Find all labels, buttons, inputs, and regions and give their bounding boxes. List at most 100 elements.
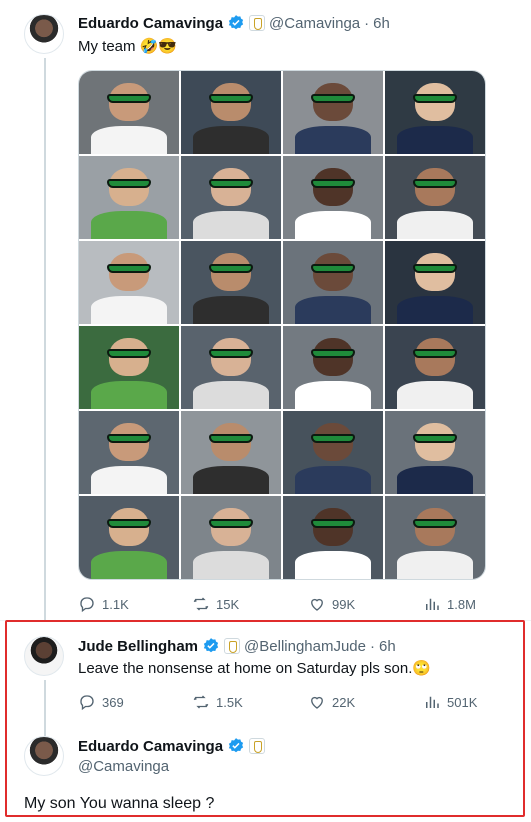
verified-badge-icon [228, 738, 244, 753]
photo-tile [283, 241, 383, 324]
retweet-button[interactable]: 1.5K [192, 693, 243, 711]
green-sunglasses [311, 179, 355, 189]
player-shirt [193, 550, 269, 579]
author-handle[interactable]: @Camavinga [78, 757, 169, 777]
photo-tile [79, 71, 179, 154]
player-shirt [193, 210, 269, 239]
photo-tile [181, 71, 281, 154]
player-shirt [295, 295, 371, 324]
retweet-button[interactable]: 15K [192, 595, 239, 613]
like-count: 22K [332, 694, 356, 710]
views-icon [426, 598, 439, 610]
player-shirt [295, 380, 371, 409]
avatar[interactable] [24, 736, 64, 776]
player-shirt [193, 295, 269, 324]
tweet-text: My team 🤣😎 [78, 38, 178, 55]
green-sunglasses [107, 519, 151, 529]
photo-tile [283, 156, 383, 239]
author-name[interactable]: Eduardo Camavinga [78, 15, 223, 32]
author-name[interactable]: Jude Bellingham [78, 638, 198, 655]
green-sunglasses [209, 264, 253, 274]
real-madrid-crest-icon [249, 738, 266, 754]
green-sunglasses [107, 434, 151, 444]
green-sunglasses [311, 264, 355, 274]
photo-tile [385, 241, 485, 324]
photo-tile [181, 496, 281, 579]
reply-icon [80, 695, 94, 711]
green-sunglasses [413, 179, 457, 189]
photo-tile [79, 411, 179, 494]
player-shirt [397, 295, 473, 324]
photo-tile [283, 496, 383, 579]
photo-tile [181, 241, 281, 324]
tweet-time[interactable]: 6h [379, 638, 396, 655]
green-sunglasses [107, 179, 151, 189]
green-sunglasses [107, 349, 151, 359]
player-shirt [397, 210, 473, 239]
player-shirt [193, 380, 269, 409]
photo-tile [181, 156, 281, 239]
like-button[interactable]: 22K [308, 693, 355, 711]
reply-count: 1.1K [102, 596, 129, 612]
photo-tile [181, 411, 281, 494]
author-handle[interactable]: @Camavinga [269, 15, 360, 32]
green-sunglasses [209, 179, 253, 189]
photo-tile [385, 496, 485, 579]
reply-count: 369 [102, 694, 124, 710]
reply-button[interactable]: 1.1K [78, 595, 129, 613]
separator-dot: · [370, 637, 375, 655]
player-shirt [91, 550, 167, 579]
player-shirt [91, 210, 167, 239]
author-name[interactable]: Eduardo Camavinga [78, 738, 223, 755]
green-sunglasses [413, 519, 457, 529]
green-sunglasses [311, 94, 355, 104]
views-count: 1.8M [447, 596, 476, 612]
green-sunglasses [209, 434, 253, 444]
like-icon [311, 598, 323, 611]
photo-tile [283, 71, 383, 154]
green-sunglasses [311, 519, 355, 529]
player-shirt [397, 550, 473, 579]
player-shirt [193, 465, 269, 494]
player-shirt [91, 295, 167, 324]
reply-button[interactable]: 369 [78, 693, 124, 711]
like-count: 99K [332, 596, 356, 612]
like-icon [311, 696, 323, 709]
retweet-count: 15K [216, 596, 240, 612]
green-sunglasses [107, 94, 151, 104]
green-sunglasses [413, 264, 457, 274]
real-madrid-crest-icon [249, 15, 266, 31]
tweet-time[interactable]: 6h [373, 15, 390, 32]
photo-tile [385, 411, 485, 494]
author-handle[interactable]: @BellinghamJude [244, 638, 366, 655]
retweet-icon [193, 597, 209, 611]
photo-tile [79, 496, 179, 579]
player-shirt [295, 550, 371, 579]
photo-tile [385, 71, 485, 154]
avatar[interactable] [24, 636, 64, 676]
green-sunglasses [311, 434, 355, 444]
green-sunglasses [413, 434, 457, 444]
views-icon [426, 696, 439, 708]
player-shirt [397, 380, 473, 409]
thread-line [44, 680, 46, 736]
green-sunglasses [209, 349, 253, 359]
retweet-icon [193, 695, 209, 709]
photo-tile [79, 241, 179, 324]
avatar[interactable] [24, 14, 64, 54]
views-button[interactable]: 1.8M [423, 595, 476, 613]
photo-tile [283, 411, 383, 494]
player-shirt [91, 380, 167, 409]
tweet-text: My son You wanna sleep ? [24, 795, 215, 812]
player-shirt [397, 125, 473, 154]
photo-tile [385, 326, 485, 409]
views-button[interactable]: 501K [423, 693, 477, 711]
green-sunglasses [311, 349, 355, 359]
photo-tile [181, 326, 281, 409]
like-button[interactable]: 99K [308, 595, 355, 613]
tweet-text: Leave the nonsense at home on Saturday p… [78, 660, 432, 677]
green-sunglasses [209, 94, 253, 104]
tweet-photo[interactable] [78, 70, 486, 580]
player-shirt [91, 465, 167, 494]
photo-tile [79, 326, 179, 409]
